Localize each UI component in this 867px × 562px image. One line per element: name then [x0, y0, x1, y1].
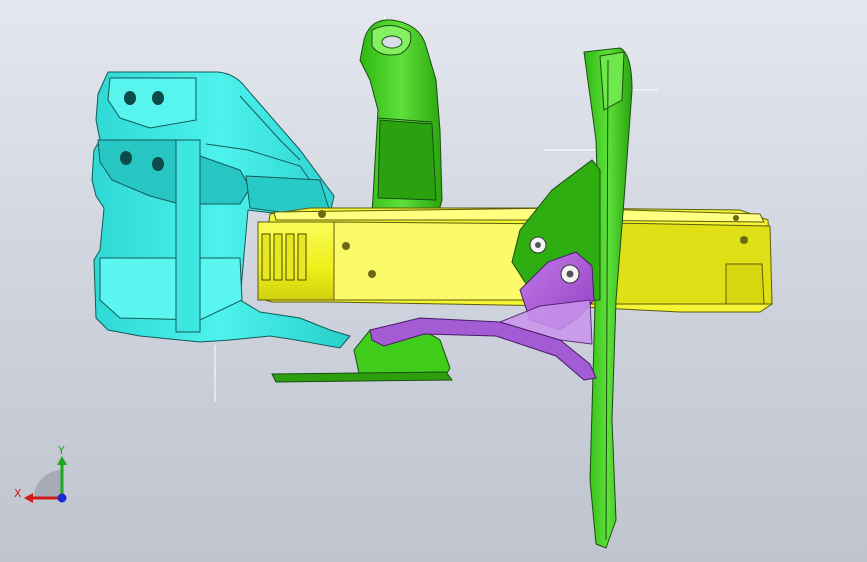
cad-model[interactable] [0, 0, 867, 562]
triad-x-arrow [24, 493, 33, 503]
green-hook-arm-part [359, 19, 443, 215]
triad-y-label: Y [57, 444, 65, 457]
triad-x-label: X [14, 487, 22, 500]
triad-z-axis [57, 493, 67, 503]
3d-viewport[interactable]: Y X [0, 0, 867, 562]
triad-base-sector [34, 470, 62, 498]
triad-y-arrow [57, 456, 67, 465]
orientation-triad: Y X [14, 444, 67, 503]
